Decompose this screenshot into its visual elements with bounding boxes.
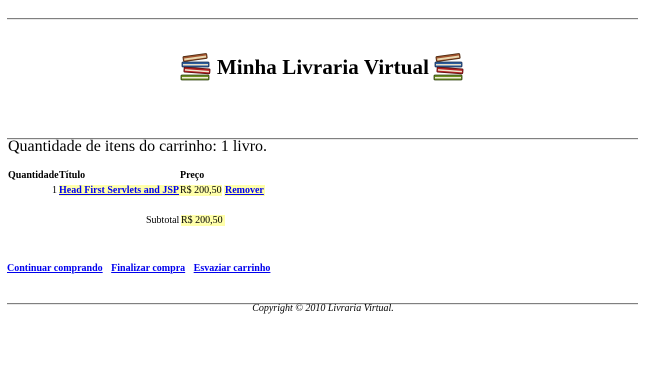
item-price: R$ 200,50: [180, 185, 222, 196]
subtotal-value: R$ 200,50: [181, 215, 225, 226]
remove-item-link[interactable]: Remover: [225, 185, 264, 196]
empty-cart-link[interactable]: Esvaziar carrinho: [194, 263, 271, 274]
books-icon: [433, 53, 464, 81]
cart-item-count: Quantidade de itens do carrinho: 1 livro…: [8, 138, 268, 155]
column-header-price: Preço: [180, 170, 205, 181]
cart-actions: Continuar comprando Finalizar compra Esv…: [7, 263, 276, 274]
site-title: Minha Livraria Virtual: [216, 54, 430, 79]
continue-shopping-link[interactable]: Continuar comprando: [7, 263, 103, 274]
column-header-quantity: Quantidade: [8, 170, 59, 181]
column-header-title: Título: [59, 170, 86, 181]
checkout-link[interactable]: Finalizar compra: [111, 263, 185, 274]
page-header: Minha Livraria Virtual: [0, 52, 646, 82]
books-icon: [180, 53, 211, 81]
top-divider: [7, 18, 638, 20]
item-quantity: 1: [52, 185, 57, 196]
item-remove-cell: Remover: [224, 185, 265, 196]
item-title-cell: Head First Servlets and JSP: [59, 185, 180, 196]
item-title-link[interactable]: Head First Servlets and JSP: [59, 185, 179, 196]
copyright-footer: Copyright © 2010 Livraria Virtual.: [252, 303, 394, 314]
subtotal-label: Subtotal: [146, 215, 180, 226]
